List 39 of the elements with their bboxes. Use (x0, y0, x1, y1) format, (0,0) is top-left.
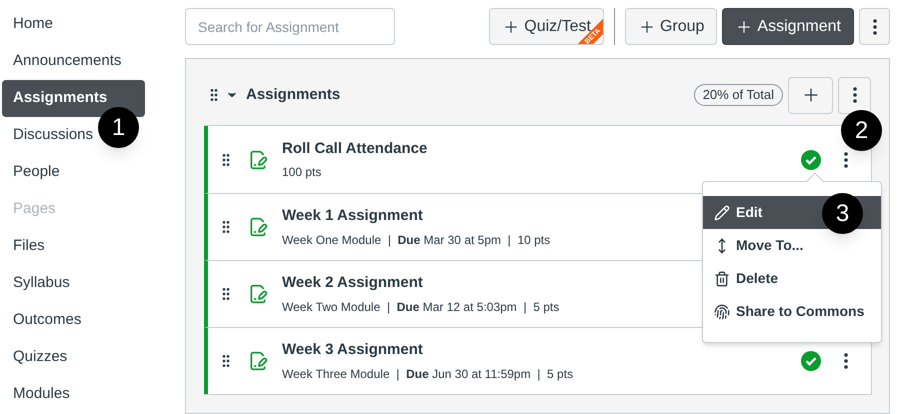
assignment-details: Week Two Module | Due Mar 12 at 5:03pm | 5 pts (282, 298, 560, 316)
sidebar-item[interactable]: Outcomes (2, 302, 82, 339)
sidebar-item[interactable]: Files (2, 228, 45, 265)
more-button[interactable] (859, 8, 890, 45)
assignment-icon (248, 351, 268, 371)
assignment-title[interactable]: Roll Call Attendance (282, 138, 428, 160)
sidebar-item[interactable]: People (2, 154, 60, 191)
sidebar-item[interactable]: Discussions (2, 117, 94, 154)
assignment-icon (248, 217, 268, 237)
assignment-details: 100 pts (282, 164, 322, 182)
weight-pill: 20% of Total (694, 84, 783, 106)
more-icon (852, 87, 856, 103)
sidebar-item[interactable]: Home (2, 6, 54, 43)
sidebar-item[interactable]: Quizzes (2, 339, 68, 376)
callout-number: 1 (98, 107, 139, 148)
group-button[interactable]: Group (624, 8, 718, 45)
pencil-icon (714, 204, 730, 220)
published-icon[interactable] (801, 351, 821, 371)
more-button[interactable] (838, 76, 871, 114)
assignment-button[interactable]: Assignment (722, 8, 854, 45)
group-title: Assignments (246, 84, 340, 105)
assignment-icon (248, 150, 268, 170)
sidebar-item[interactable]: Syllabus (2, 265, 70, 302)
assignment-title[interactable]: Week 2 Assignment (282, 272, 560, 295)
sidebar-item[interactable]: Assignments (2, 80, 145, 117)
sidebar-item[interactable]: Announcements (2, 43, 122, 80)
assignment-icon (248, 284, 268, 304)
more-icon (844, 353, 848, 369)
more-icon (844, 152, 848, 168)
assignment-details: Week One Module | Due Mar 30 at 5pm | 10 pts (282, 232, 550, 249)
share-icon (714, 304, 730, 320)
search-field[interactable]: Search for Assignment (185, 8, 395, 45)
trash-icon (714, 270, 730, 286)
assignment-details: Week Three Module | Due Jun 30 at 11:59pm | 5 pts (282, 366, 574, 383)
sidebar-item[interactable]: Modules (2, 376, 70, 413)
more-icon (872, 18, 876, 34)
assignment-title[interactable]: Week 1 Assignment (282, 205, 550, 228)
published-icon[interactable] (801, 150, 821, 170)
assignment-title[interactable]: Week 3 Assignment (282, 339, 574, 362)
